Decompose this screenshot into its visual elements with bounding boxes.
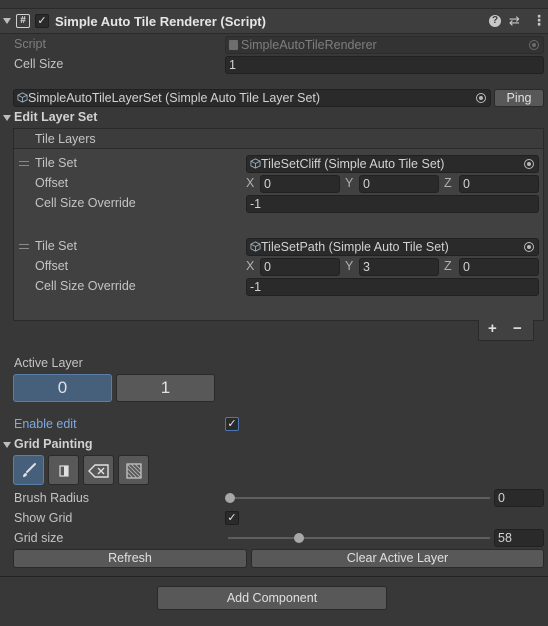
cell-size-input[interactable]: 1 <box>225 56 544 74</box>
offset-z-input[interactable]: 0 <box>459 258 539 276</box>
brush-radius-slider-thumb[interactable] <box>225 493 235 503</box>
offset-y-input[interactable]: 3 <box>359 258 439 276</box>
drag-handle-icon[interactable] <box>19 161 29 166</box>
eraser-icon <box>88 464 109 478</box>
offset-x-input[interactable]: 0 <box>260 258 340 276</box>
active-layer-label: Active Layer <box>14 356 83 370</box>
refresh-button[interactable]: Refresh <box>13 549 247 568</box>
list-footer: + − <box>478 320 534 341</box>
presets-icon[interactable]: ⇄ <box>509 13 520 29</box>
drag-handle-icon[interactable] <box>19 244 29 249</box>
layer-set-value: SimpleAutoTileLayerSet (Simple Auto Tile… <box>28 91 321 105</box>
asset-cube-icon <box>17 92 28 103</box>
clear-pattern-icon <box>126 463 142 479</box>
edit-layer-set-foldout[interactable]: Edit Layer Set <box>14 110 97 124</box>
enable-edit-checkbox[interactable]: ✓ <box>225 417 239 431</box>
grid-painting-foldout[interactable]: Grid Painting <box>14 437 92 451</box>
fill-tool-button[interactable] <box>48 455 79 485</box>
tile-layers-header: Tile Layers <box>13 128 544 149</box>
axis-y-label[interactable]: Y <box>345 176 353 190</box>
foldout-arrow-icon[interactable] <box>3 18 11 24</box>
axis-z-label[interactable]: Z <box>444 176 452 190</box>
clear-active-layer-button[interactable]: Clear Active Layer <box>251 549 544 568</box>
help-icon[interactable]: ? <box>489 15 501 27</box>
axis-x-label[interactable]: X <box>246 176 254 190</box>
eraser-tool-button[interactable] <box>83 455 114 485</box>
axis-z-label[interactable]: Z <box>444 259 452 273</box>
cell-size-override-label: Cell Size Override <box>35 279 136 293</box>
offset-label: Offset <box>35 176 69 190</box>
script-icon: # <box>16 14 30 28</box>
asset-cube-icon <box>250 158 261 169</box>
axis-x-label[interactable]: X <box>246 259 254 273</box>
component-header[interactable]: # ✓ Simple Auto Tile Renderer (Script) ?… <box>0 8 548 34</box>
axis-y-label[interactable]: Y <box>345 259 353 273</box>
brush-icon <box>23 463 36 477</box>
add-element-button[interactable]: + <box>488 320 497 337</box>
asset-cube-icon <box>250 241 261 252</box>
show-grid-label: Show Grid <box>14 511 73 525</box>
enable-edit-label: Enable edit <box>14 417 77 431</box>
foldout-arrow-icon[interactable] <box>3 442 11 448</box>
cell-size-override-input[interactable]: -1 <box>246 195 539 213</box>
tile-layers-list: Tile Set TileSetCliff (Simple Auto Tile … <box>13 148 544 321</box>
cell-size-override-input[interactable]: -1 <box>246 278 539 296</box>
remove-element-button[interactable]: − <box>513 320 522 337</box>
offset-x-input[interactable]: 0 <box>260 175 340 193</box>
grid-size-slider-track[interactable] <box>228 537 490 539</box>
brush-tool-button[interactable] <box>13 455 44 485</box>
object-picker-icon[interactable] <box>529 40 539 50</box>
object-picker-icon[interactable] <box>524 242 534 252</box>
context-menu-icon[interactable]: ⋮ <box>532 12 546 29</box>
active-layer-option-1[interactable]: 1 <box>116 374 215 402</box>
layer-set-field[interactable]: SimpleAutoTileLayerSet (Simple Auto Tile… <box>13 89 491 107</box>
grid-size-input[interactable]: 58 <box>494 529 544 547</box>
script-field[interactable]: SimpleAutoTileRenderer <box>225 36 544 54</box>
grid-size-slider-thumb[interactable] <box>294 533 304 543</box>
cell-size-override-label: Cell Size Override <box>35 196 136 210</box>
cell-size-label: Cell Size <box>14 57 64 71</box>
component-enabled-checkbox[interactable]: ✓ <box>35 14 49 28</box>
script-value: SimpleAutoTileRenderer <box>241 38 377 52</box>
offset-y-input[interactable]: 0 <box>359 175 439 193</box>
tile-set-label: Tile Set <box>35 239 77 253</box>
grid-size-label: Grid size <box>14 531 64 545</box>
clear-pattern-tool-button[interactable] <box>118 455 149 485</box>
script-asset-icon <box>229 40 238 50</box>
offset-label: Offset <box>35 259 69 273</box>
ping-button[interactable]: Ping <box>494 89 544 107</box>
brush-radius-slider-track[interactable] <box>228 497 490 499</box>
offset-z-input[interactable]: 0 <box>459 175 539 193</box>
foldout-arrow-icon[interactable] <box>3 115 11 121</box>
add-component-button[interactable]: Add Component <box>157 586 387 610</box>
brush-radius-input[interactable]: 0 <box>494 489 544 507</box>
script-label: Script <box>14 37 46 51</box>
active-layer-option-0[interactable]: 0 <box>13 374 112 402</box>
object-picker-icon[interactable] <box>476 93 486 103</box>
fill-icon <box>59 465 69 477</box>
tile-set-field[interactable]: TileSetPath (Simple Auto Tile Set) <box>246 238 539 256</box>
component-title: Simple Auto Tile Renderer (Script) <box>55 14 266 29</box>
tile-set-field[interactable]: TileSetCliff (Simple Auto Tile Set) <box>246 155 539 173</box>
separator <box>0 576 548 577</box>
tile-set-value: TileSetCliff (Simple Auto Tile Set) <box>261 157 445 171</box>
show-grid-checkbox[interactable]: ✓ <box>225 511 239 525</box>
tile-set-value: TileSetPath (Simple Auto Tile Set) <box>261 240 449 254</box>
object-picker-icon[interactable] <box>524 159 534 169</box>
tile-layers-label: Tile Layers <box>35 132 96 146</box>
brush-radius-label: Brush Radius <box>14 491 90 505</box>
tile-set-label: Tile Set <box>35 156 77 170</box>
